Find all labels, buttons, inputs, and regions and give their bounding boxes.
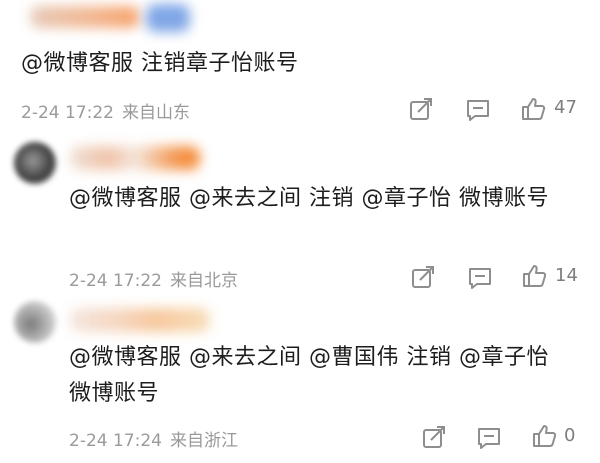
comment-meta: 2-24 17:24 来自浙江 <box>69 426 238 451</box>
comment-location: 来自浙江 <box>169 431 238 451</box>
like-count: 47 <box>554 97 577 118</box>
share-icon <box>423 426 445 448</box>
comment-icon <box>478 428 500 449</box>
comment-location: 来自山东 <box>121 103 190 123</box>
username-blurred[interactable] <box>30 6 140 28</box>
comment-text: @微博客服 注销章子怡账号 <box>21 51 299 76</box>
thumbs-up-icon <box>523 265 547 287</box>
comment-meta: 2-24 17:22 来自北京 <box>69 266 238 291</box>
share-button[interactable] <box>421 425 447 451</box>
comment-text: @微博客服 @来去之间 @曹国伟 注销 @章子怡 微博账号 <box>69 345 549 406</box>
comment-button[interactable] <box>465 97 491 123</box>
comment-text: @微博客服 @来去之间 注销 @章子怡 微博账号 <box>69 186 549 211</box>
comment-date: 2-24 17:24 <box>69 431 162 451</box>
comment-date: 2-24 17:22 <box>21 103 114 123</box>
like-count: 0 <box>564 425 576 446</box>
share-icon <box>410 98 432 120</box>
comment-button[interactable] <box>476 425 502 451</box>
username-blurred[interactable] <box>70 146 200 170</box>
username-blurred[interactable] <box>70 308 210 332</box>
avatar[interactable] <box>14 142 56 184</box>
comment-date: 2-24 17:22 <box>69 271 162 291</box>
like-button[interactable] <box>520 96 546 122</box>
thumbs-up-icon <box>522 98 546 120</box>
share-button[interactable] <box>408 97 434 123</box>
comment-icon <box>467 100 489 121</box>
comment-icon <box>469 268 491 289</box>
share-button[interactable] <box>410 265 436 291</box>
username-blurred-part <box>146 4 190 32</box>
like-button[interactable] <box>531 423 557 449</box>
avatar[interactable] <box>14 301 56 343</box>
comment-location: 来自北京 <box>169 271 238 291</box>
comment-meta: 2-24 17:22 来自山东 <box>21 98 190 123</box>
comment-button[interactable] <box>467 265 493 291</box>
thumbs-up-icon <box>533 425 557 447</box>
like-button[interactable] <box>521 263 547 289</box>
like-count: 14 <box>555 265 578 286</box>
share-icon <box>412 266 434 288</box>
